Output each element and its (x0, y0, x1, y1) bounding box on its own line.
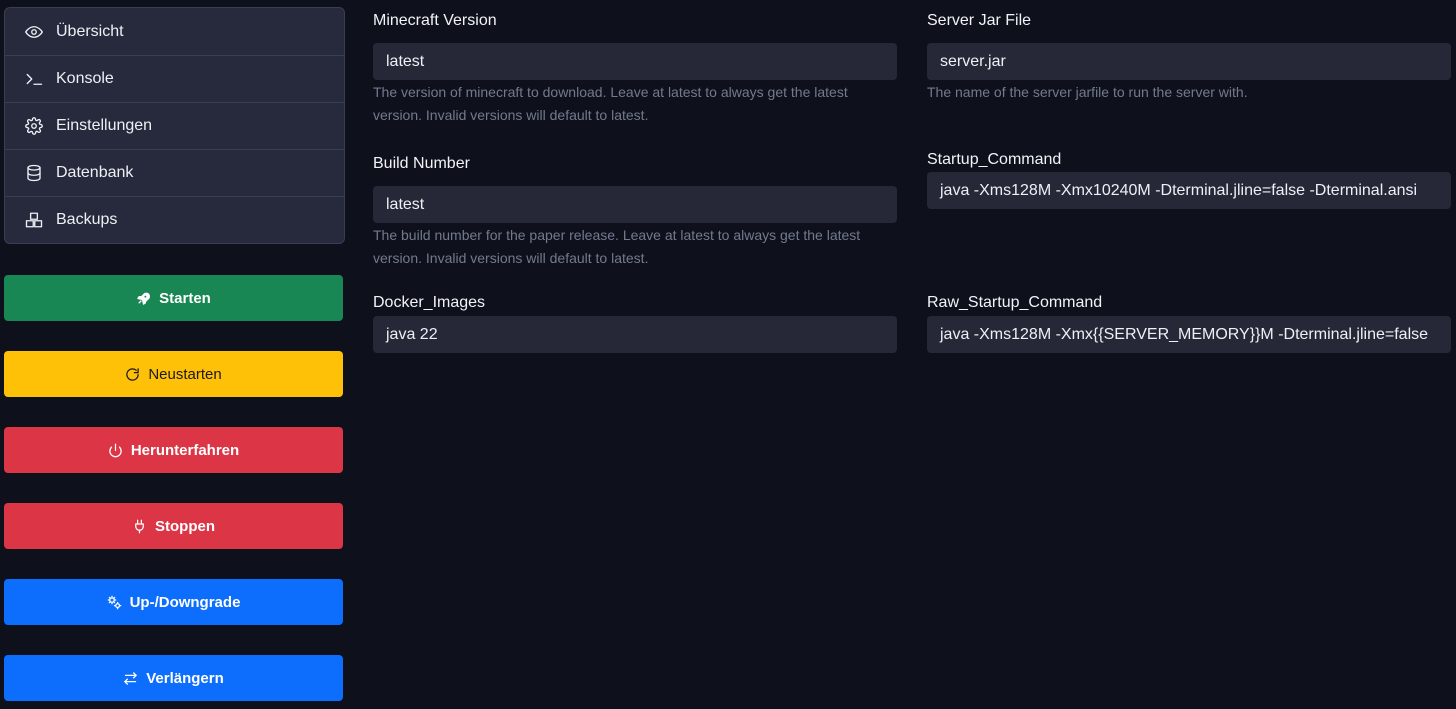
build-number-help: The build number for the paper release. … (373, 227, 861, 266)
minecraft-version-input[interactable]: latest (373, 43, 897, 80)
arrows-exchange-icon (123, 671, 138, 686)
upgrade-button-label: Up-/Downgrade (129, 593, 241, 611)
sidebar-nav: Übersicht Konsole Einstellungen Datenban… (4, 7, 345, 244)
restart-icon (125, 367, 140, 382)
docker-images-select[interactable]: java 22 (373, 316, 897, 353)
sidebar-item-database[interactable]: Datenbank (5, 149, 344, 196)
sidebar-item-settings[interactable]: Einstellungen (5, 102, 344, 149)
gear-icon (25, 117, 43, 135)
rocket-icon (136, 291, 151, 306)
raw-startup-command-label: Raw_Startup_Command (927, 294, 1103, 311)
stop-button-label: Stoppen (155, 517, 215, 535)
restart-button-label: Neustarten (148, 365, 222, 383)
server-jar-label: Server Jar File (927, 12, 1032, 29)
docker-images-label: Docker_Images (373, 294, 486, 311)
startup-command-label: Startup_Command (927, 151, 1062, 168)
minecraft-version-label: Minecraft Version (373, 12, 497, 29)
sidebar-item-label: Backups (56, 211, 118, 228)
startup-command-input[interactable]: java -Xms128M -Xmx10240M -Dterminal.jlin… (927, 172, 1451, 209)
database-icon (25, 164, 43, 182)
gears-icon (107, 595, 122, 610)
sidebar-item-label: Übersicht (56, 22, 124, 40)
sidebar-item-label: Konsole (56, 70, 114, 87)
extend-button[interactable]: Verlängern (4, 655, 343, 701)
sidebar-item-overview[interactable]: Übersicht (5, 8, 344, 55)
sidebar-item-label: Datenbank (56, 164, 134, 181)
boxes-icon (25, 211, 43, 229)
server-jar-input[interactable]: server.jar (927, 43, 1451, 80)
plug-icon (132, 519, 147, 534)
sidebar-item-console[interactable]: Konsole (5, 55, 344, 102)
shutdown-button-label: Herunterfahren (130, 441, 240, 459)
start-button-label: Starten (159, 289, 211, 307)
minecraft-version-help: The version of minecraft to download. Le… (373, 84, 848, 123)
build-number-input[interactable]: latest (373, 186, 897, 223)
sidebar-item-label: Einstellungen (56, 117, 153, 134)
sidebar-item-backups[interactable]: Backups (5, 196, 344, 243)
power-icon (108, 443, 123, 458)
raw-startup-command-input[interactable]: java -Xms128M -Xmx{{SERVER_MEMORY}}M -Dt… (927, 316, 1451, 353)
upgrade-button[interactable]: Up-/Downgrade (4, 579, 343, 625)
build-number-label: Build Number (373, 155, 470, 172)
stop-button[interactable]: Stoppen (4, 503, 343, 549)
restart-button[interactable]: Neustarten (4, 351, 343, 397)
server-jar-help: The name of the server jarfile to run th… (927, 84, 1248, 100)
terminal-icon (25, 70, 43, 88)
start-button[interactable]: Starten (4, 275, 343, 321)
shutdown-button[interactable]: Herunterfahren (4, 427, 343, 473)
eye-icon (25, 23, 43, 41)
extend-button-label: Verlängern (146, 669, 224, 687)
